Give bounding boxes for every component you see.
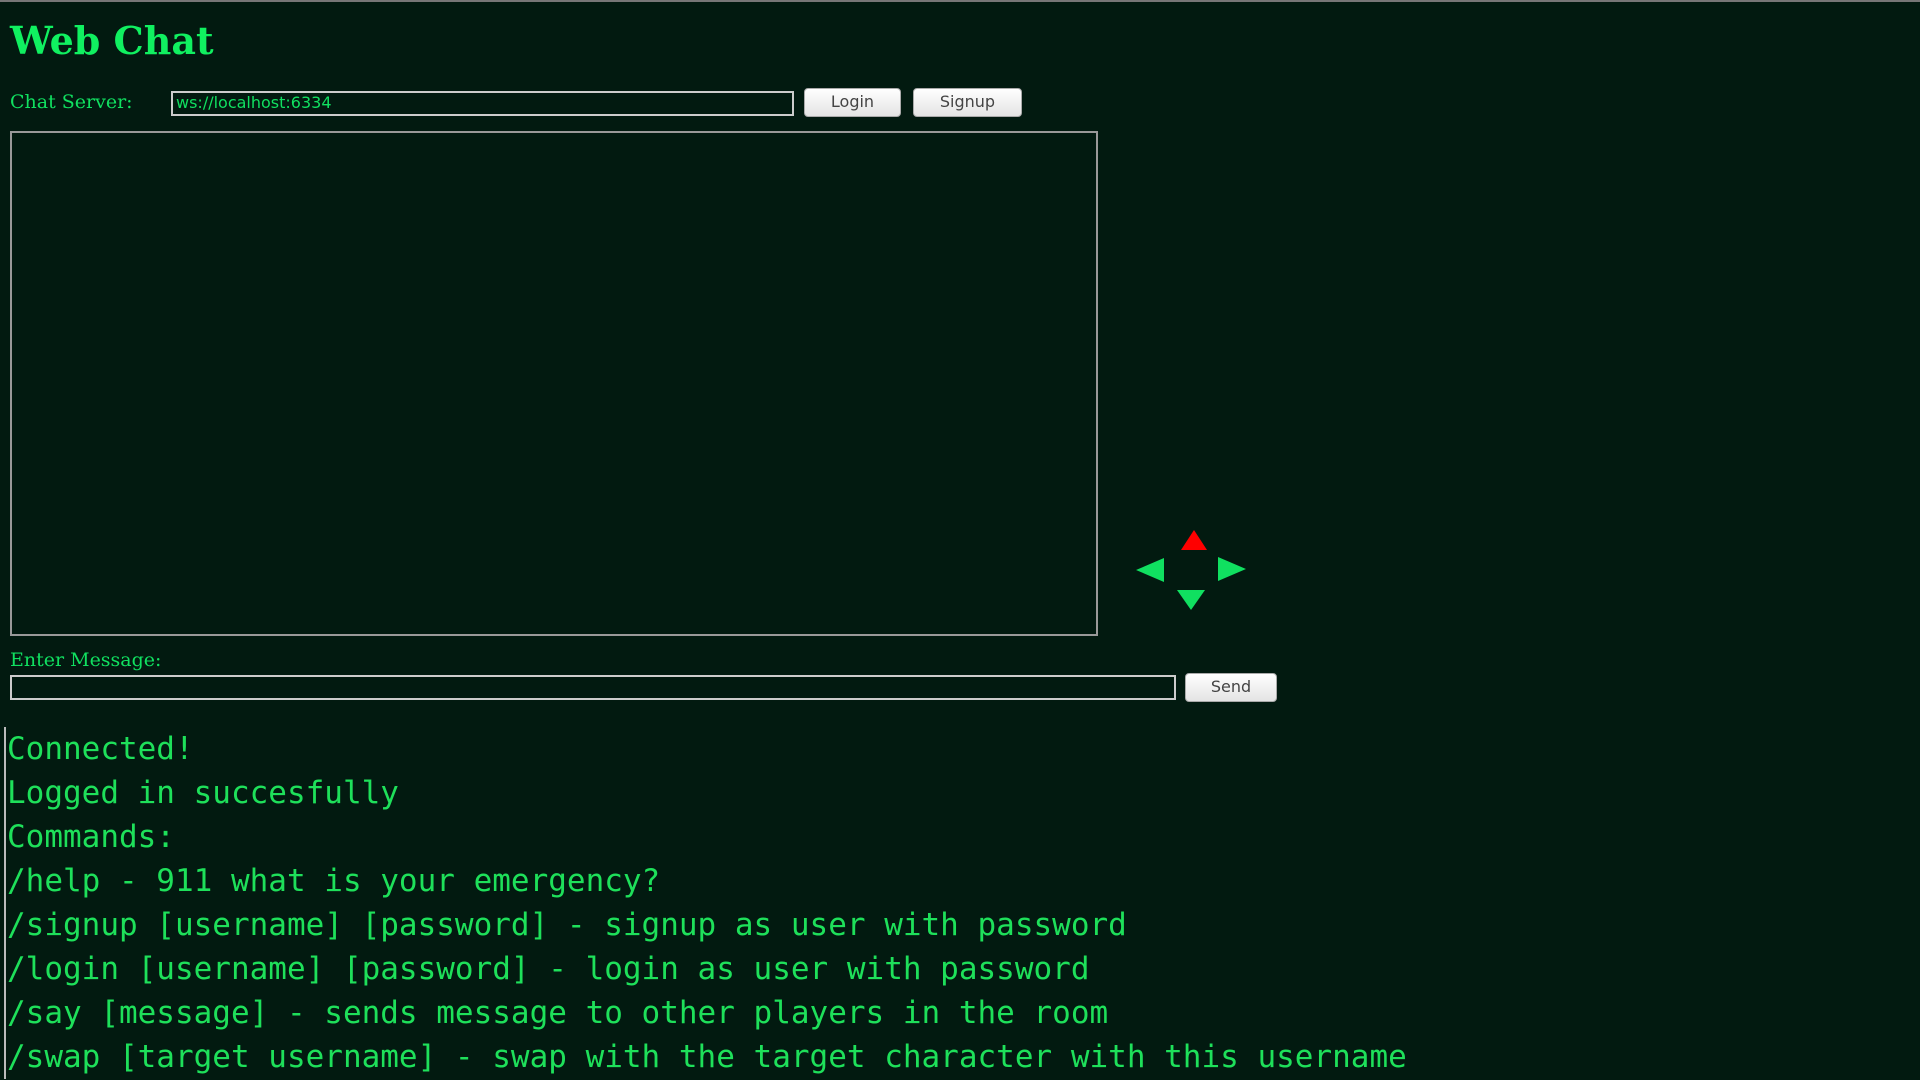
arrow-down-icon[interactable] (1177, 590, 1205, 610)
log-line: /signup [username] [password] - signup a… (7, 907, 1127, 943)
log-line: /help - 911 what is your emergency? (7, 863, 661, 899)
chat-display-area (10, 131, 1098, 636)
log-line: /say [message] - sends message to other … (7, 995, 1109, 1031)
chat-server-label: Chat Server: (10, 91, 133, 113)
server-log: Connected! Logged in succesfully Command… (4, 727, 1407, 1079)
log-line: /swap [target username] - swap with the … (7, 1039, 1407, 1075)
arrow-right-icon[interactable] (1218, 557, 1246, 581)
signup-button[interactable]: Signup (913, 88, 1022, 117)
log-line: /login [username] [password] - login as … (7, 951, 1090, 987)
log-line: Logged in succesfully (7, 775, 399, 811)
chat-server-input[interactable]: ws://localhost:6334 (171, 91, 794, 116)
login-button[interactable]: Login (804, 88, 901, 117)
log-line: Commands: (7, 819, 175, 855)
enter-message-label: Enter Message: (10, 649, 162, 671)
log-line: Connected! (7, 731, 194, 767)
page-title: Web Chat (10, 18, 214, 63)
arrow-up-icon[interactable] (1181, 530, 1207, 550)
send-button[interactable]: Send (1185, 673, 1277, 702)
message-input[interactable] (10, 675, 1176, 700)
arrow-left-icon[interactable] (1136, 558, 1164, 582)
